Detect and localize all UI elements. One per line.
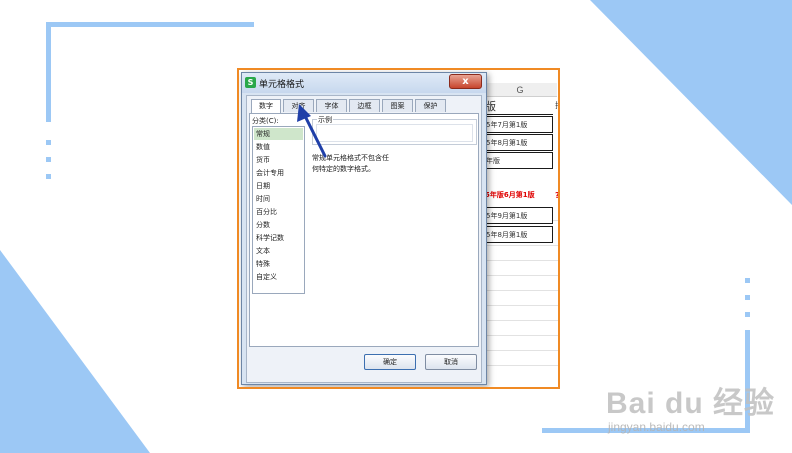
category-percentage[interactable]: 百分比 — [254, 206, 303, 218]
tab-patterns[interactable]: 图案 — [382, 99, 413, 112]
category-list[interactable]: 常规 数值 货币 会计专用 日期 时间 百分比 分数 科学记数 文本 特殊 自定… — [252, 126, 305, 294]
tab-border[interactable]: 边框 — [349, 99, 380, 112]
category-custom[interactable]: 自定义 — [254, 271, 303, 283]
cancel-button[interactable]: 取消 — [425, 354, 477, 370]
column-header-g[interactable]: G — [483, 83, 557, 97]
baidu-watermark: Bai du 经验 jingyan.baidu.com — [596, 376, 786, 446]
category-time[interactable]: 时间 — [254, 193, 303, 205]
dialog-body: 数字 对齐 字体 边框 图案 保护 分类(C): 常规 数值 货币 会计专用 日… — [246, 95, 482, 383]
table-row[interactable]: 5年7月第1版 — [483, 116, 553, 133]
category-accounting[interactable]: 会计专用 — [254, 167, 303, 179]
category-general[interactable]: 常规 — [254, 128, 303, 140]
category-date[interactable]: 日期 — [254, 180, 303, 192]
tab-font[interactable]: 字体 — [316, 99, 347, 112]
bracket-top-horizontal — [46, 22, 254, 27]
category-label: 分类(C): — [252, 117, 279, 125]
close-button[interactable]: x — [449, 74, 482, 89]
table-row-highlight[interactable]: 5年版6月第1版 — [483, 187, 553, 204]
bracket-top-vertical — [46, 22, 51, 122]
watermark-logo: Bai du 经验 — [606, 387, 776, 420]
description-line: 何特定的数字格式。 — [312, 165, 375, 173]
tab-protection[interactable]: 保护 — [415, 99, 446, 112]
cell-header-side[interactable]: 排 — [555, 100, 558, 111]
sample-preview — [316, 124, 473, 142]
table-row[interactable]: 5年8月第1版 — [483, 134, 553, 151]
dialog-title: 单元格格式 — [259, 80, 305, 90]
table-row[interactable]: 5年8月第1版 — [483, 226, 553, 243]
category-fraction[interactable]: 分数 — [254, 219, 303, 231]
category-currency[interactable]: 货币 — [254, 154, 303, 166]
category-special[interactable]: 特殊 — [254, 258, 303, 270]
screenshot-frame: G 版 排 5年7月第1版 5年8月第1版 年版 5年版6月第1版 ? 5年9月… — [237, 68, 560, 389]
tab-alignment[interactable]: 对齐 — [283, 99, 314, 112]
category-number[interactable]: 数值 — [254, 141, 303, 153]
dialog-titlebar[interactable]: S 单元格格式 x — [242, 73, 486, 93]
watermark-url: jingyan.baidu.com — [608, 420, 705, 434]
app-icon: S — [245, 77, 256, 88]
category-scientific[interactable]: 科学记数 — [254, 232, 303, 244]
format-description: 常规单元格格式不包含任 何特定的数字格式。 — [312, 153, 389, 175]
format-cells-dialog: S 单元格格式 x 数字 对齐 字体 边框 图案 保护 分类(C): 常规 数值… — [241, 72, 487, 385]
category-text[interactable]: 文本 — [254, 245, 303, 257]
ok-button[interactable]: 确定 — [364, 354, 416, 370]
description-line: 常规单元格格式不包含任 — [312, 154, 389, 162]
table-row[interactable]: 年版 — [483, 152, 553, 169]
table-row[interactable]: 5年9月第1版 — [483, 207, 553, 224]
cell-header[interactable]: 版 — [483, 98, 553, 115]
sample-group: 示例 — [312, 115, 477, 145]
number-tab-panel: 分类(C): 常规 数值 货币 会计专用 日期 时间 百分比 分数 科学记数 文… — [249, 113, 479, 347]
tab-number[interactable]: 数字 — [251, 99, 281, 113]
cell-side-mark: ? — [555, 191, 560, 200]
